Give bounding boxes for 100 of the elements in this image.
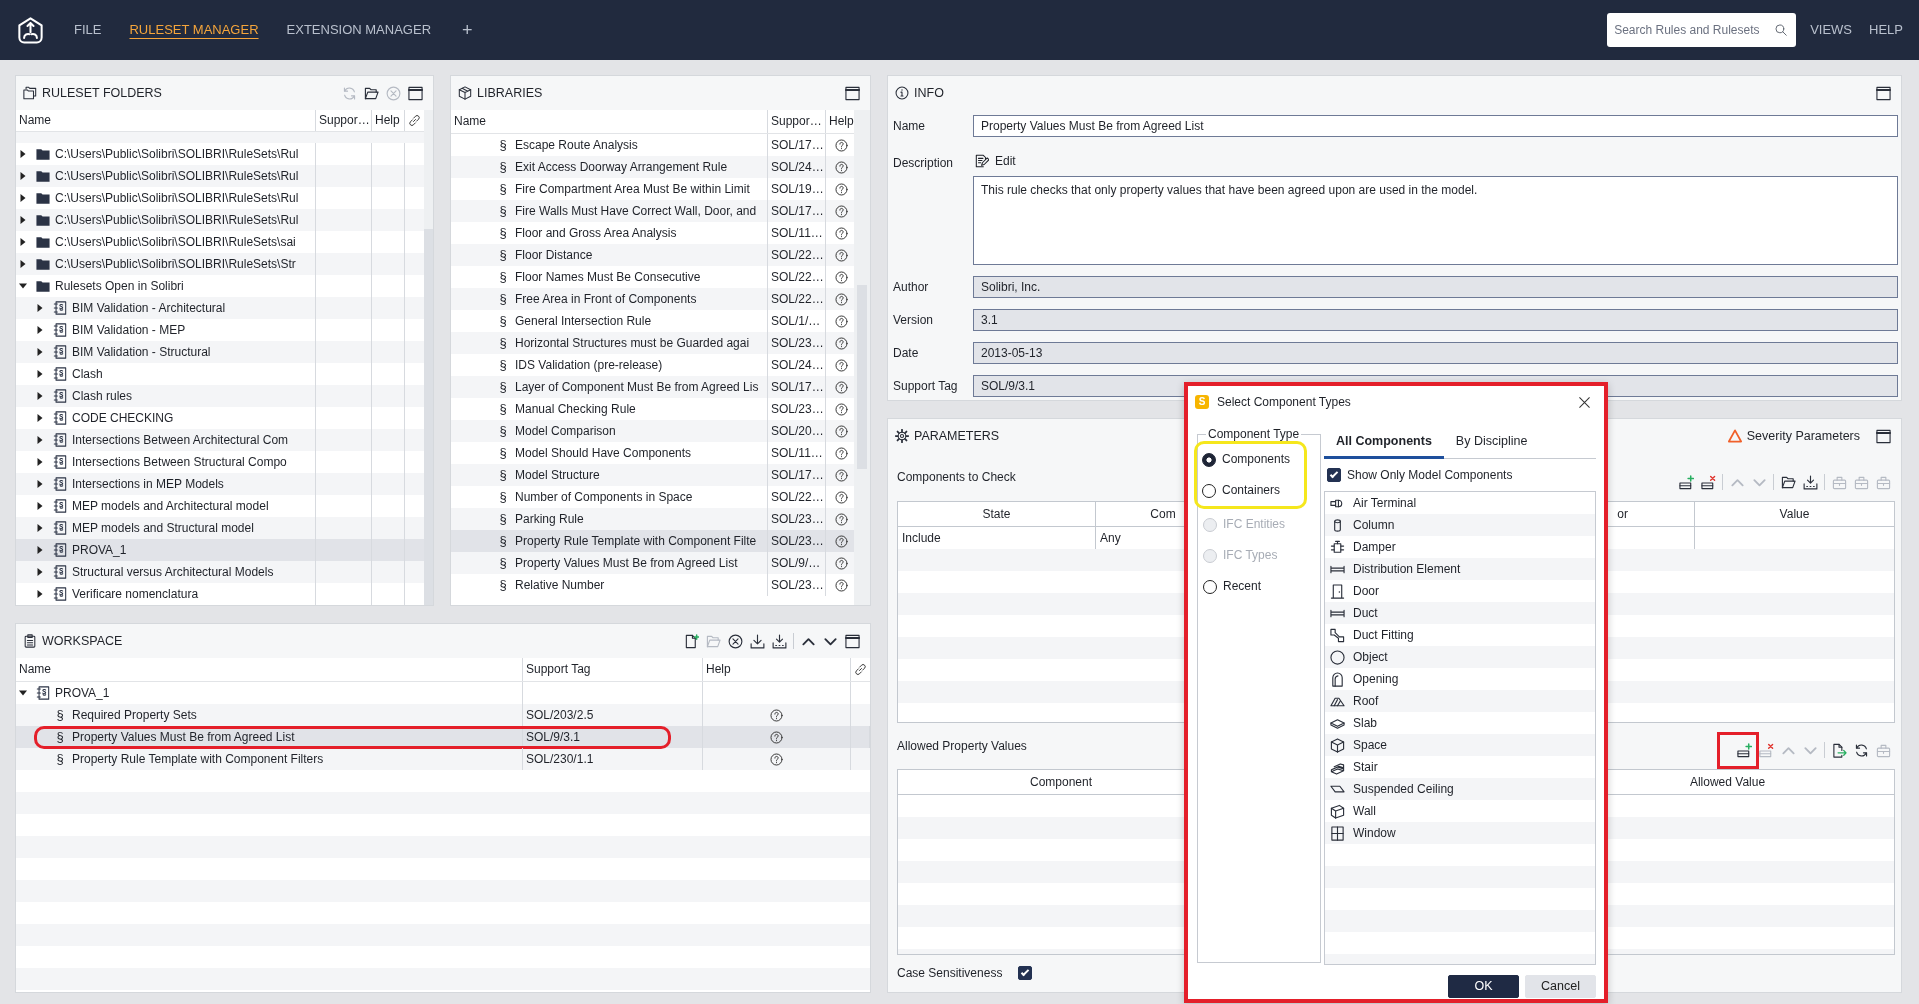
help-icon[interactable] (834, 336, 848, 350)
help-icon[interactable] (770, 730, 783, 744)
scrollbar-track[interactable] (424, 110, 433, 605)
refresh-icon[interactable] (1853, 742, 1869, 758)
scrollbar-track[interactable] (854, 110, 870, 605)
tree-row[interactable]: BIM Validation - MEP (16, 319, 424, 341)
checkbox[interactable] (1018, 966, 1033, 980)
text-field[interactable]: Property Values Must Be from Agreed List (973, 115, 1898, 137)
download-icon[interactable] (749, 633, 765, 649)
tab[interactable]: By Discipline (1443, 427, 1540, 459)
help-icon[interactable] (834, 446, 848, 460)
caret-right-icon[interactable] (36, 436, 44, 444)
library-row[interactable]: § Model Comparison SOL/20… (451, 420, 854, 442)
maximize-icon[interactable] (1875, 85, 1891, 101)
help-icon[interactable] (770, 708, 783, 722)
menu-item[interactable]: EXTENSION MANAGER (286, 22, 431, 38)
tray-download-icon[interactable] (771, 633, 787, 649)
ok-button[interactable]: OK (1448, 975, 1519, 998)
help-icon[interactable] (834, 358, 848, 372)
tree-row[interactable]: Rulesets Open in Solibri (16, 275, 424, 297)
maximize-icon[interactable] (844, 633, 860, 649)
help-icon[interactable] (834, 468, 848, 482)
cancel-button[interactable]: Cancel (1525, 975, 1596, 998)
readonly-field[interactable]: 2013-05-13 (973, 342, 1898, 364)
tree-row[interactable]: Intersections Between Structural Compo (16, 451, 424, 473)
library-row[interactable]: § Horizontal Structures must be Guarded agai SOL/23… (451, 332, 854, 354)
help-icon[interactable] (834, 512, 848, 526)
help-icon[interactable] (834, 424, 848, 438)
caret-right-icon[interactable] (36, 502, 44, 510)
help-icon[interactable] (834, 402, 848, 416)
caret-right-icon[interactable] (19, 238, 27, 246)
help-icon[interactable] (834, 182, 848, 196)
caret-right-icon[interactable] (36, 326, 44, 334)
help-icon[interactable] (834, 578, 848, 592)
scrollbar-thumb[interactable] (424, 229, 433, 605)
remove-row-icon[interactable] (1700, 474, 1716, 490)
caret-right-icon[interactable] (36, 392, 44, 400)
radio-button[interactable] (1202, 452, 1216, 467)
tree-row[interactable]: § Property Rule Template with Component Filters SOL/230/1.1 (16, 748, 870, 770)
caret-right-icon[interactable] (36, 348, 44, 356)
open-folder-icon[interactable] (1780, 474, 1796, 490)
caret-right-icon[interactable] (36, 414, 44, 422)
caret-right-icon[interactable] (36, 524, 44, 532)
caret-right-icon[interactable] (19, 150, 27, 158)
severity-button[interactable]: Severity Parameters (1727, 428, 1860, 444)
tree-row[interactable]: C:\Users\Public\Solibri\SOLIBRI\RuleSets\Rul (16, 187, 424, 209)
caret-right-icon[interactable] (36, 568, 44, 576)
caret-right-icon[interactable] (19, 216, 27, 224)
caret-right-icon[interactable] (19, 260, 27, 268)
search-field[interactable]: Search Rules and Rulesets (1607, 13, 1797, 47)
help-icon[interactable] (834, 556, 848, 570)
library-row[interactable]: § Fire Walls Must Have Correct Wall, Door, and SOL/17… (451, 200, 854, 222)
tree-row[interactable]: C:\Users\Public\Solibri\SOLIBRI\RuleSets\sai (16, 231, 424, 253)
readonly-field[interactable]: Solibri, Inc. (973, 276, 1898, 298)
caret-down-icon[interactable] (19, 282, 27, 290)
help-icon[interactable] (834, 138, 848, 152)
help-icon[interactable] (834, 314, 848, 328)
tree-row[interactable]: Verificare nomenclatura (16, 583, 424, 605)
caret-right-icon[interactable] (19, 194, 27, 202)
radio-button[interactable] (1202, 483, 1216, 498)
tree-row[interactable]: C:\Users\Public\Solibri\SOLIBRI\RuleSets\Rul (16, 143, 424, 165)
menu-item[interactable]: VIEWS (1810, 22, 1853, 38)
caret-right-icon[interactable] (19, 172, 27, 180)
radio-button[interactable] (1203, 579, 1217, 594)
help-icon[interactable] (834, 160, 848, 174)
add-tab-button[interactable]: + (462, 21, 473, 39)
logo-icon[interactable] (17, 16, 44, 44)
library-row[interactable]: § Property Values Must Be from Agreed List SOL/9/… (451, 552, 854, 574)
close-icon[interactable] (1579, 396, 1590, 408)
library-row[interactable]: § Parking Rule SOL/23… (451, 508, 854, 530)
help-icon[interactable] (834, 380, 848, 394)
caret-right-icon[interactable] (36, 370, 44, 378)
tray-download-icon[interactable] (1802, 474, 1818, 490)
caret-right-icon[interactable] (36, 304, 44, 312)
help-icon[interactable] (834, 204, 848, 218)
menu-item[interactable]: FILE (74, 22, 102, 38)
library-row[interactable]: § Model Structure SOL/17… (451, 464, 854, 486)
tree-row[interactable]: PROVA_1 (16, 682, 870, 704)
menu-item[interactable]: RULESET MANAGER (129, 22, 259, 38)
tree-row[interactable]: MEP models and Architectural model (16, 495, 424, 517)
menu-item[interactable]: HELP (1869, 22, 1903, 38)
tree-row[interactable]: CODE CHECKING (16, 407, 424, 429)
maximize-icon[interactable] (844, 85, 860, 101)
tree-row[interactable]: Clash (16, 363, 424, 385)
readonly-field[interactable]: 3.1 (973, 309, 1898, 331)
library-row[interactable]: § Floor Distance SOL/22… (451, 244, 854, 266)
tree-row[interactable]: § Property Values Must Be from Agreed List SOL/9/3.1 (16, 726, 870, 748)
caret-right-icon[interactable] (36, 480, 44, 488)
close-circle-icon[interactable] (727, 633, 743, 649)
library-row[interactable]: § Exit Access Doorway Arrangement Rule SOL/24… (451, 156, 854, 178)
description-field[interactable]: This rule checks that only property values that have been agreed upon are used in the model. (973, 176, 1898, 265)
help-icon[interactable] (834, 490, 848, 504)
help-icon[interactable] (834, 292, 848, 306)
tab[interactable]: All Components (1324, 427, 1444, 459)
help-icon[interactable] (834, 534, 848, 548)
help-icon[interactable] (834, 226, 848, 240)
library-row[interactable]: § Free Area in Front of Components SOL/22… (451, 288, 854, 310)
add-row-icon[interactable] (1736, 742, 1752, 758)
edit-button[interactable]: Edit (973, 151, 1016, 171)
open-folder-icon[interactable] (363, 85, 379, 101)
